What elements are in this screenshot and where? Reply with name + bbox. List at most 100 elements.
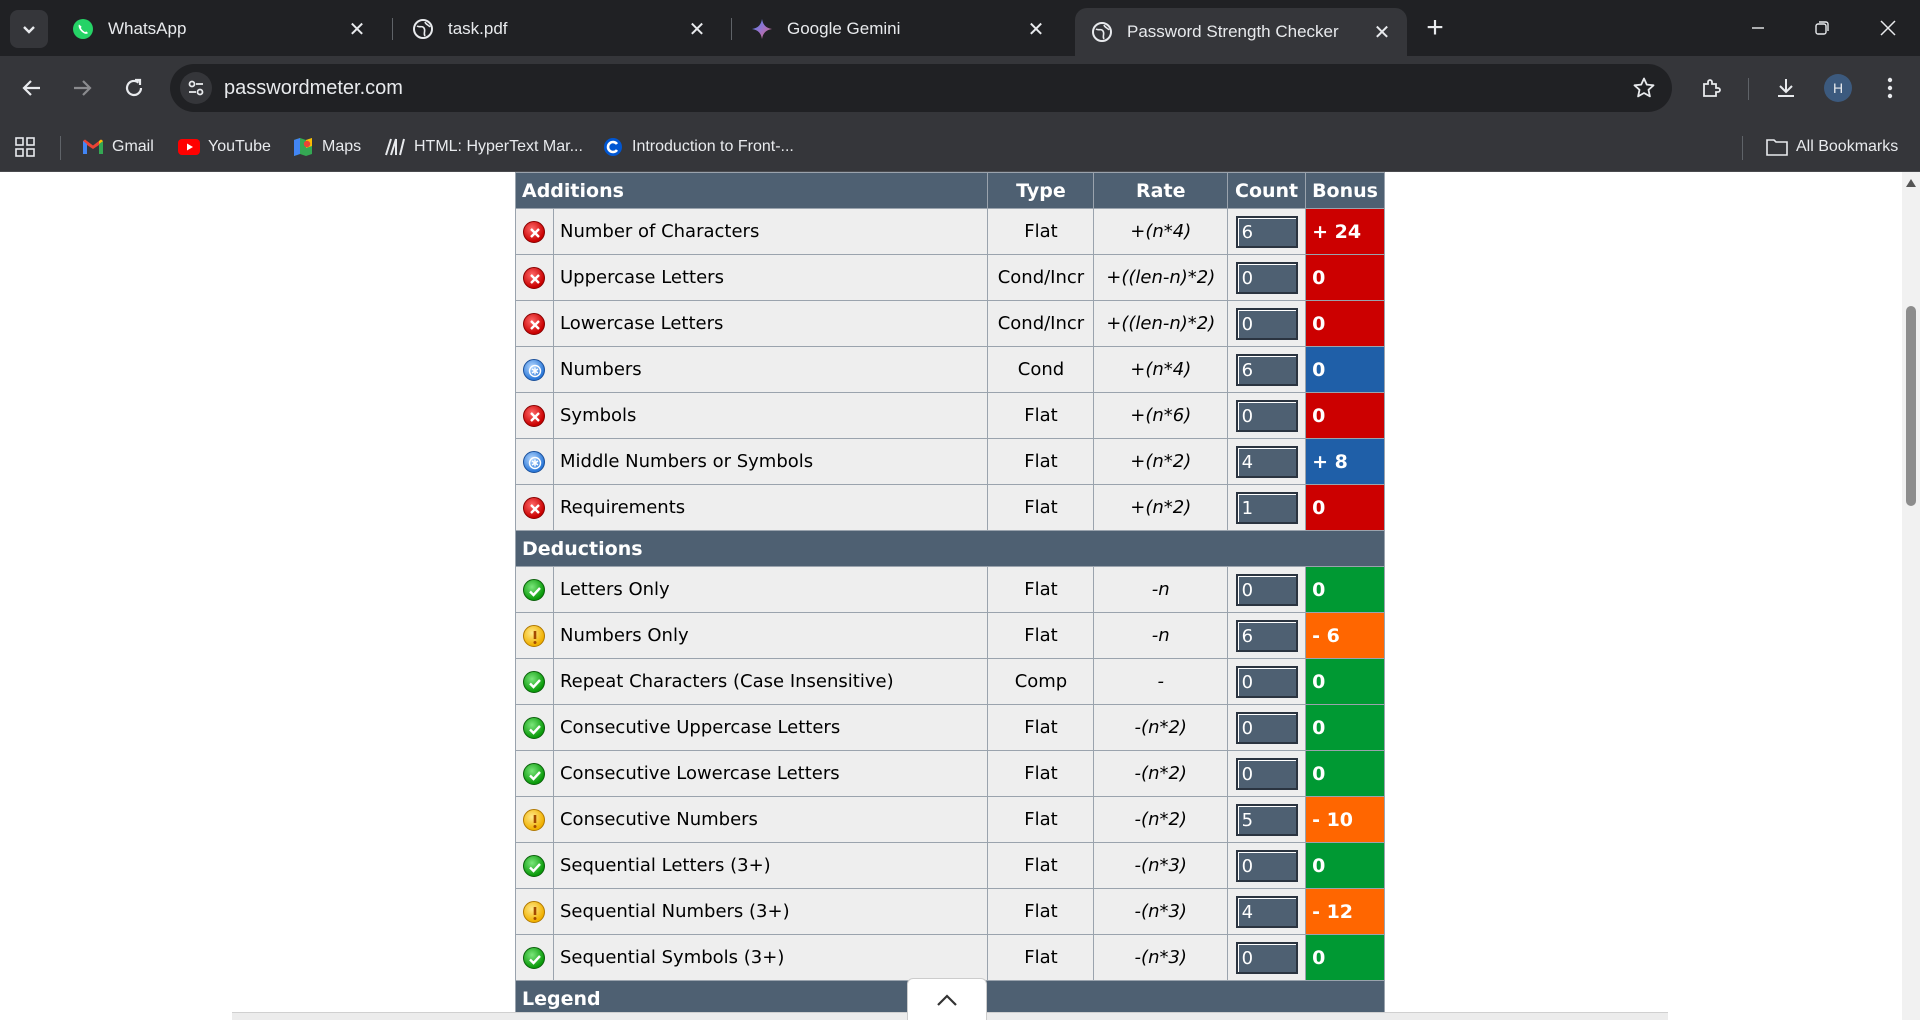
bonus-cell: 0 (1305, 750, 1385, 797)
criterion-rate: +((len-n)*2) (1093, 300, 1229, 347)
profile-avatar[interactable]: H (1824, 74, 1852, 102)
rate-header: Rate (1093, 172, 1229, 209)
criterion-name: Requirements (552, 484, 989, 531)
table-row: Symbols Flat +(n*6) 0 0 (515, 392, 1385, 439)
fail-x-icon (523, 220, 546, 243)
criterion-type: Cond/Incr (987, 300, 1095, 347)
bookmark-intro-front-end[interactable]: Introduction to Front-... (602, 132, 794, 162)
globe-icon (412, 18, 434, 40)
tab-title: task.pdf (448, 19, 508, 38)
count-cell: 0 (1227, 658, 1307, 705)
tab-separator (731, 18, 732, 40)
address-bar[interactable]: passwordmeter.com (170, 64, 1672, 112)
status-cell (515, 300, 554, 347)
gmail-icon (82, 136, 104, 158)
folder-icon (1766, 136, 1788, 158)
table-row: Numbers Only Flat -n 6- 6 (515, 612, 1385, 659)
reload-button[interactable] (114, 68, 154, 108)
exception-star-icon (523, 358, 546, 381)
bookmark-label: HTML: HyperText Mar... (414, 138, 583, 155)
scroll-up-arrow[interactable] (1902, 176, 1920, 190)
ok-check-icon (523, 670, 546, 693)
restore-button[interactable] (1800, 8, 1844, 48)
table-row: Middle Numbers or Symbols Flat +(n*2) 4 + 8 (515, 438, 1385, 485)
count-field: 1 (1235, 491, 1298, 524)
close-icon[interactable]: ✕ (344, 16, 370, 42)
arrow-right-icon (74, 80, 92, 96)
downloads-button[interactable] (1768, 70, 1804, 106)
bookmark-mdn-html[interactable]: HTML: HyperText Mar... (384, 132, 583, 162)
criterion-rate: +(n*2) (1093, 484, 1229, 531)
criterion-rate: - (1093, 658, 1229, 705)
star-icon (1633, 77, 1655, 98)
bookmark-maps[interactable]: Maps (292, 132, 361, 162)
apps-grid-icon (14, 136, 36, 158)
tab-password-strength-checker[interactable]: Password Strength Checker ✕ (1075, 8, 1407, 56)
site-info-button[interactable] (180, 72, 212, 104)
close-window-button[interactable] (1866, 8, 1910, 48)
tab-search-button[interactable] (10, 10, 48, 48)
apps-button[interactable] (14, 132, 44, 162)
table-row: Lowercase Letters Cond/Incr +((len-n)*2) 0 0 (515, 300, 1385, 347)
bonus-cell: + 8 (1305, 438, 1385, 485)
criterion-name: Consecutive Lowercase Letters (552, 750, 989, 797)
table-row: Sequential Symbols (3+) Flat -(n*3) 0 0 (515, 934, 1385, 981)
tab-task-pdf[interactable]: task.pdf ✕ (396, 8, 722, 50)
close-icon[interactable]: ✕ (1023, 16, 1049, 42)
criterion-name: Sequential Symbols (3+) (552, 934, 989, 981)
ok-check-icon (523, 946, 546, 969)
new-tab-button[interactable]: + (1420, 11, 1450, 44)
bonus-cell: - 6 (1305, 612, 1385, 659)
bookmark-youtube[interactable]: YouTube (178, 132, 271, 162)
count-cell: 1 (1227, 484, 1307, 531)
forward-button[interactable] (62, 68, 102, 108)
deductions-header-row: Deductions (515, 530, 1385, 567)
count-field: 0 (1235, 261, 1298, 294)
close-icon[interactable]: ✕ (684, 16, 710, 42)
criterion-rate: +(n*4) (1093, 208, 1229, 255)
criterion-rate: -(n*3) (1093, 934, 1229, 981)
count-cell: 0 (1227, 254, 1307, 301)
tab-separator (392, 18, 393, 40)
kebab-menu-icon (1887, 77, 1893, 99)
bookmark-label: Gmail (112, 138, 154, 155)
close-icon[interactable]: ✕ (1369, 19, 1395, 45)
back-button[interactable] (12, 68, 52, 108)
avatar-initial: H (1832, 80, 1844, 96)
all-bookmarks-button[interactable]: All Bookmarks (1766, 132, 1898, 162)
bonus-cell: - 12 (1305, 888, 1385, 935)
all-bookmarks-label: All Bookmarks (1796, 138, 1899, 155)
bookmark-star-button[interactable] (1630, 74, 1658, 102)
tab-whatsapp[interactable]: WhatsApp ✕ (56, 8, 382, 50)
table-row: Consecutive Lowercase Letters Flat -(n*2) 0… (515, 750, 1385, 797)
ok-check-icon (523, 762, 546, 785)
additions-body: Number of Characters Flat +(n*4) 6 + 24 Upper… (515, 208, 1385, 531)
tab-google-gemini[interactable]: Google Gemini ✕ (735, 8, 1061, 50)
status-cell (515, 934, 554, 981)
browser-menu-button[interactable] (1872, 70, 1908, 106)
chevron-down-icon (23, 26, 35, 34)
criterion-type: Cond/Incr (987, 254, 1095, 301)
bonus-cell: 0 (1305, 658, 1385, 705)
extensions-button[interactable] (1694, 70, 1730, 106)
criterion-rate: -n (1093, 612, 1229, 659)
criterion-rate: +(n*2) (1093, 438, 1229, 485)
count-cell: 5 (1227, 796, 1307, 843)
table-row: Consecutive Numbers Flat -(n*2) 5- 10 (515, 796, 1385, 843)
scroll-thumb[interactable] (1906, 306, 1916, 506)
chevron-up-icon (937, 993, 957, 1006)
count-cell: 0 (1227, 704, 1307, 751)
minimize-button[interactable] (1736, 8, 1780, 48)
toolbar-divider (1748, 78, 1749, 100)
page-scrollbar[interactable] (1902, 172, 1920, 1020)
status-cell (515, 842, 554, 889)
status-cell (515, 392, 554, 439)
count-cell: 0 (1227, 566, 1307, 613)
url-text[interactable]: passwordmeter.com (224, 77, 403, 100)
expand-panel-button[interactable] (907, 978, 987, 1020)
bookmarks-separator (60, 136, 61, 160)
bookmark-gmail[interactable]: Gmail (82, 132, 154, 162)
fail-x-icon (523, 312, 546, 335)
count-cell: 0 (1227, 842, 1307, 889)
bookmark-label: Introduction to Front-... (632, 138, 794, 155)
